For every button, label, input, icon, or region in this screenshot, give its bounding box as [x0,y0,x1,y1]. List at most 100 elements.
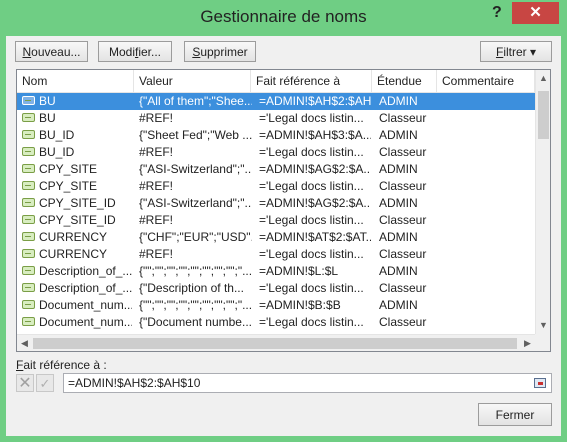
close-window-button[interactable]: ✕ [512,2,559,24]
new-button[interactable]: Nouveau... [15,41,88,62]
scroll-up-icon[interactable]: ▲ [536,73,550,83]
cell-comment [443,127,533,144]
cell-name: Document_num... [39,315,132,329]
cell-name: Description_of_... [39,281,132,295]
column-header-refers-to[interactable]: Fait référence à [251,70,372,92]
horizontal-scroll-thumb[interactable] [33,338,517,349]
vertical-scroll-thumb[interactable] [538,91,549,139]
column-header-value[interactable]: Valeur [134,70,251,92]
cell-name: CPY_SITE_ID [39,196,116,210]
cell-value: {"";"";"";"";"";"";"";"";"... [139,264,252,278]
help-button[interactable]: ? [492,4,502,22]
confirm-edit-icon[interactable]: ✓ [36,374,54,392]
delete-button[interactable]: Supprimer [184,41,256,62]
column-header-comment[interactable]: Commentaire [437,70,535,92]
cell-value: {"Description of th... [139,281,244,295]
cell-comment [443,161,533,178]
cell-scope: ADMIN [379,196,418,210]
scrollbar-corner [535,334,550,351]
table-row[interactable]: CPY_SITE_ID {"ASI-Switzerland";"... =ADMIN… [17,195,535,212]
title-bar[interactable]: Gestionnaire de noms ? ✕ [0,0,567,36]
refers-to-input[interactable]: =ADMIN!$AH$2:$AH$10 [63,373,552,393]
cell-refers-to: ='Legal docs listin... [259,281,364,295]
cell-value: {"All of them";"Shee... [139,94,252,108]
named-range-icon [22,164,35,173]
cell-scope: ADMIN [379,162,418,176]
cell-name: BU [39,94,56,108]
table-row[interactable]: CPY_SITE {"ASI-Switzerland";"... =ADMIN!$A… [17,161,535,178]
cell-refers-to: ='Legal docs listin... [259,111,364,125]
table-row[interactable]: Description_of_... {"Description of th...… [17,280,535,297]
scroll-down-icon[interactable]: ▼ [536,320,550,330]
cell-scope: Classeur [379,315,427,329]
table-row[interactable]: BU_ID {"Sheet Fed";"Web ... =ADMIN!$AH$3:$… [17,127,535,144]
cell-comment [443,263,533,280]
list-header: Nom Valeur Fait référence à Étendue Comm… [17,70,535,93]
named-range-icon [22,300,35,309]
name-manager-window: Gestionnaire de noms ? ✕ Nouveau... Modi… [0,0,567,442]
cell-name: CURRENCY [39,230,108,244]
column-header-name[interactable]: Nom [17,70,134,92]
cell-refers-to: =ADMIN!$AG$2:$A... [259,162,371,176]
table-row[interactable]: CURRENCY {"CHF";"EUR";"USD"... =ADMIN!$AT$… [17,229,535,246]
range-select-icon[interactable] [531,375,549,391]
named-range-icon [22,96,35,105]
named-range-icon [22,232,35,241]
scroll-left-icon[interactable]: ◀ [17,338,32,349]
cell-comment [443,212,533,229]
cell-value: {"Document numbe... [139,315,252,329]
table-row[interactable]: Document_num... {"";"";"";"";"";"";"";"";… [17,297,535,314]
cell-scope: ADMIN [379,94,418,108]
cell-value: #REF! [139,145,174,159]
cell-name: BU [39,111,56,125]
named-range-icon [22,266,35,275]
cell-value: {"";"";"";"";"";"";"";"";"... [139,298,252,312]
cell-scope: Classeur [379,247,427,261]
cell-scope: ADMIN [379,230,418,244]
filter-button[interactable]: Filtrer ▾ [480,41,552,62]
named-range-icon [22,317,35,326]
cell-value: #REF! [139,247,174,261]
table-row[interactable]: CPY_SITE #REF! ='Legal docs listin... Class… [17,178,535,195]
cell-comment [443,93,533,110]
scroll-right-icon[interactable]: ▶ [520,338,535,349]
table-row[interactable]: BU_ID #REF! ='Legal docs listin... Classeur [17,144,535,161]
horizontal-scrollbar[interactable]: ◀ ▶ [17,334,535,351]
cell-name: CPY_SITE [39,179,98,193]
cell-refers-to: =ADMIN!$AH$2:$AH... [259,94,371,108]
table-row[interactable]: CURRENCY #REF! ='Legal docs listin... Class… [17,246,535,263]
table-row[interactable]: BU #REF! ='Legal docs listin... Classeur [17,110,535,127]
cell-refers-to: =ADMIN!$AH$3:$A... [259,128,371,142]
cell-comment [443,280,533,297]
cell-scope: Classeur [379,281,427,295]
names-list[interactable]: Nom Valeur Fait référence à Étendue Comm… [16,69,551,352]
window-title: Gestionnaire de noms [200,7,367,26]
cell-name: BU_ID [39,128,75,142]
cell-scope: Classeur [379,145,427,159]
cell-name: Document_num... [39,298,132,312]
cell-name: Description_of_... [39,264,132,278]
named-range-icon [22,249,35,258]
cell-name: BU_ID [39,145,75,159]
cancel-edit-icon[interactable]: ✕ [16,374,34,392]
vertical-scrollbar[interactable]: ▲ ▼ [535,70,550,334]
cell-name: CPY_SITE [39,162,98,176]
named-range-icon [22,113,35,122]
edit-button[interactable]: Modifier... [98,41,172,62]
table-row[interactable]: Description_of_... {"";"";"";"";"";"";"";… [17,263,535,280]
cell-refers-to: =ADMIN!$B:$B [259,298,341,312]
table-row[interactable]: BU {"All of them";"Shee... =ADMIN!$AH$2:$A… [17,93,535,110]
column-header-scope[interactable]: Étendue [372,70,437,92]
cell-refers-to: ='Legal docs listin... [259,179,364,193]
cell-value: {"Sheet Fed";"Web ... [139,128,252,142]
cell-refers-to: ='Legal docs listin... [259,247,364,261]
table-row[interactable]: CPY_SITE_ID #REF! ='Legal docs listin... Cl… [17,212,535,229]
cell-scope: ADMIN [379,298,418,312]
close-button[interactable]: Fermer [478,403,552,426]
table-row[interactable]: Document_num... {"Document numbe... ='Lega… [17,314,535,331]
named-range-icon [22,147,35,156]
cell-comment [443,195,533,212]
cell-scope: Classeur [379,213,427,227]
list-rows: BU {"All of them";"Shee... =ADMIN!$AH$2:$A… [17,93,535,331]
cell-comment [443,229,533,246]
